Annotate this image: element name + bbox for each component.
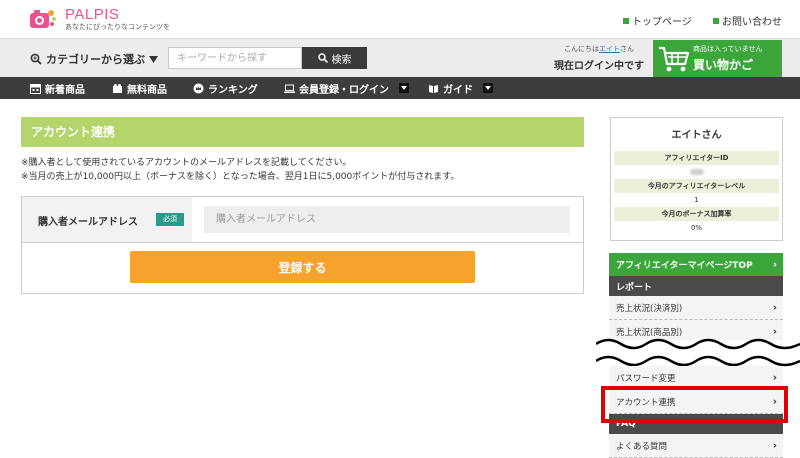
highlight-box (601, 386, 788, 423)
greeting: こんにちはエイトさん (564, 45, 634, 53)
level-label: 今月のアフィリエイターレベル (614, 179, 779, 193)
top-page-link[interactable]: トップページ (623, 17, 692, 28)
sidebar-section-report: レポート (609, 276, 783, 296)
search-icon (317, 53, 328, 63)
top-links: トップページ お問い合わせ (605, 13, 782, 28)
search-button[interactable]: 検索 (302, 47, 367, 69)
dropdown-caret-icon[interactable] (399, 83, 409, 93)
affiliate-profile-card: エイトさん アフィリエイターID 今月のアフィリエイターレベル 1 今月のボーナ… (610, 117, 783, 241)
shopping-cart-icon (659, 46, 690, 71)
affiliate-id-value (614, 165, 779, 179)
instruction-line: ※当月の売上が10,000円以上（ボーナスを除く）となった場合、翌月1日に5,0… (21, 172, 460, 182)
site-header: PALPIS あなたにぴったりなコンテンツを トップページ お問い合わせ (0, 0, 800, 38)
affiliate-id-label: アフィリエイターID (614, 151, 779, 165)
triangle-down-icon (149, 55, 158, 63)
cart-title: 買い物かご (693, 58, 754, 72)
sidebar-item-sales-by-payment[interactable]: 売上状況(決済別) › (609, 296, 783, 320)
search-button-label: 検索 (331, 54, 352, 66)
search-magnifier-icon (30, 53, 42, 65)
nav-new-items[interactable]: 新着商品 (30, 77, 85, 99)
chevron-right-icon: › (772, 372, 777, 383)
calendar-icon (30, 83, 41, 94)
cart-status-note: 商品は入っていません (693, 45, 763, 53)
camera-logo-icon (30, 10, 56, 28)
main-nav: 新着商品 無料商品 ランキング 会員登録・ログイン ガイド (0, 77, 800, 99)
free-badge-icon (113, 83, 122, 93)
bullet-icon (713, 18, 719, 24)
sidebar-item-mypage-top[interactable]: アフィリエイターマイページTOP › (609, 253, 783, 276)
book-icon (429, 84, 438, 93)
sidebar-menu: アフィリエイターマイページTOP › レポート 売上状況(決済別) › 売上状況… (609, 253, 783, 344)
chevron-right-icon: › (772, 440, 777, 451)
chevron-right-icon: › (772, 259, 777, 270)
email-label: 購入者メールアドレス (38, 217, 138, 228)
category-dropdown[interactable]: カテゴリーから選ぶ (30, 51, 158, 67)
account-link-form: 購入者メールアドレス 必須 登録する (21, 196, 584, 294)
email-label-cell: 購入者メールアドレス 必須 (22, 197, 192, 242)
buyer-email-input[interactable] (204, 206, 570, 233)
omission-wave-separator (596, 338, 800, 367)
dropdown-caret-icon[interactable] (483, 83, 493, 93)
profile-name: エイトさん (671, 130, 722, 141)
page-title: アカウント連携 (21, 117, 584, 147)
login-status: こんにちはエイトさん 現在ログイン中です (554, 44, 644, 72)
nav-register-login[interactable]: 会員登録・ログイン (284, 77, 409, 99)
category-label: カテゴリーから選ぶ (46, 53, 145, 66)
chevron-right-icon: › (772, 302, 777, 313)
keyword-search-input[interactable] (168, 47, 302, 69)
register-button[interactable]: 登録する (130, 251, 475, 283)
cart-button[interactable]: 商品は入っていません 買い物かご (653, 40, 782, 77)
logo-tagline: あなたにぴったりなコンテンツを (65, 23, 170, 31)
nav-ranking[interactable]: ランキング (193, 77, 258, 99)
redacted-id (689, 169, 704, 175)
site-logo[interactable]: PALPIS あなたにぴったりなコンテンツを (29, 6, 229, 34)
sidebar-item-faq[interactable]: よくある質問 › (609, 434, 783, 458)
level-value: 1 (614, 193, 779, 207)
bonus-rate-value: 0% (614, 221, 779, 235)
email-row: 購入者メールアドレス 必須 (22, 197, 583, 243)
instructions: ※購入者として使用されているアカウントのメールアドレスを記載してください。 ※当… (21, 156, 459, 184)
login-status-text: 現在ログイン中です (554, 61, 644, 72)
user-link[interactable]: エイト (599, 45, 620, 53)
crown-icon (193, 83, 204, 93)
nav-guide[interactable]: ガイド (428, 77, 493, 99)
bullet-icon (623, 18, 629, 24)
bonus-rate-label: 今月のボーナス加算率 (614, 207, 779, 221)
nav-free-items[interactable]: 無料商品 (112, 77, 167, 99)
instruction-line: ※購入者として使用されているアカウントのメールアドレスを記載してください。 (21, 158, 352, 168)
required-badge: 必須 (156, 213, 184, 226)
contact-link[interactable]: お問い合わせ (713, 17, 782, 28)
logo-name: PALPIS (65, 6, 120, 23)
laptop-icon (284, 84, 295, 93)
search-bar: カテゴリーから選ぶ 検索 こんにちはエイトさん 現在ログイン中です 商品は入って… (0, 38, 800, 77)
